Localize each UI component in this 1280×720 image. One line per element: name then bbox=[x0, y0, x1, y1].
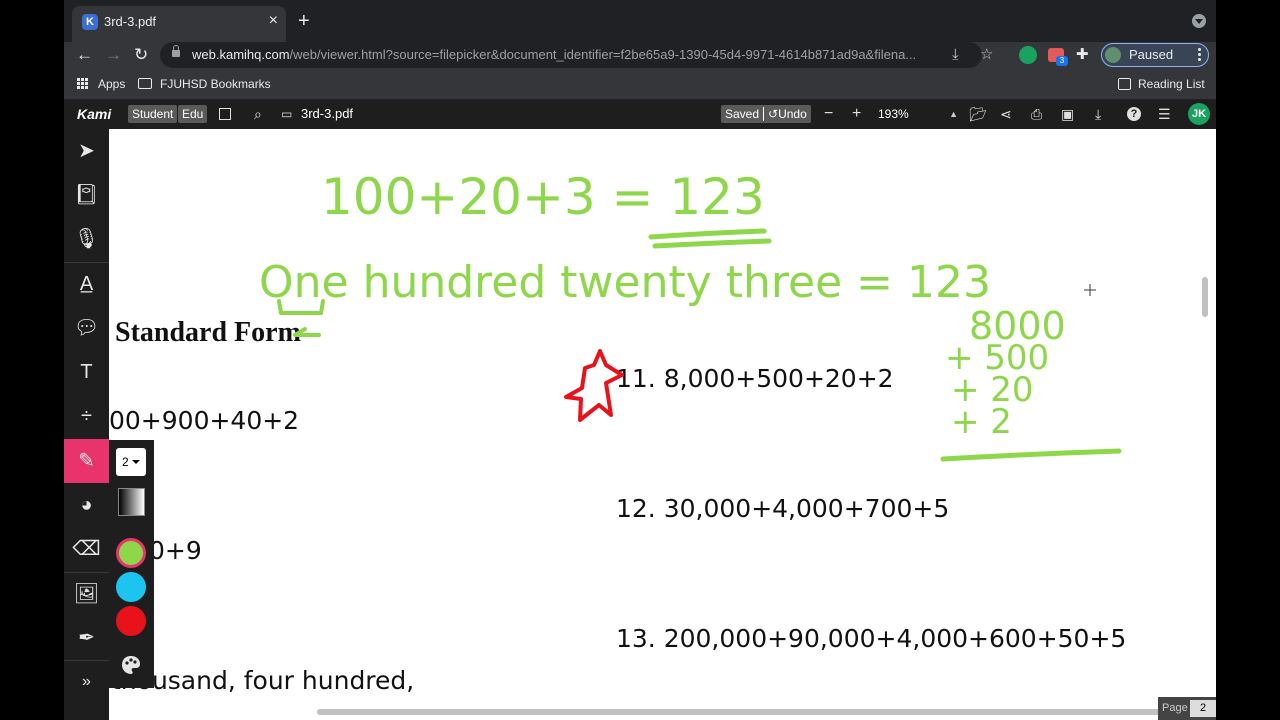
bookmarks-bar: Apps FJUHSD Bookmarks Reading List bbox=[64, 68, 1216, 100]
profile-status: Paused bbox=[1129, 47, 1174, 62]
sum-line bbox=[940, 448, 1122, 462]
menu-icon[interactable]: ☰ bbox=[1158, 105, 1171, 123]
forward-icon[interactable]: → bbox=[105, 42, 122, 68]
drawing-options-panel: 2 bbox=[109, 440, 154, 688]
page-indicator: Page 2 / 4 bbox=[1158, 697, 1216, 720]
zoom-out-icon[interactable]: − bbox=[824, 105, 833, 123]
url-text[interactable]: web.kamihq.com/web/viewer.html?source=fi… bbox=[192, 47, 934, 62]
horizontal-scrollbar[interactable] bbox=[317, 709, 1207, 715]
tab-search-icon[interactable] bbox=[1192, 14, 1206, 28]
tab-close-icon[interactable]: × bbox=[269, 12, 278, 30]
grammarly-extension-icon[interactable] bbox=[1019, 46, 1037, 64]
text-to-speech-icon[interactable]: 🎙︎ bbox=[64, 217, 109, 261]
color-swatch-cyan[interactable] bbox=[116, 572, 146, 602]
address-bar[interactable]: web.kamihq.com/web/viewer.html?source=fi… bbox=[160, 42, 993, 68]
lock-icon bbox=[172, 45, 180, 57]
kami-favicon-icon: K bbox=[82, 14, 98, 30]
print-icon[interactable]: ⎙ bbox=[1031, 105, 1042, 123]
new-tab-icon[interactable]: + bbox=[298, 10, 310, 32]
tab-title: 3rd-3.pdf bbox=[104, 14, 157, 29]
tab-strip: K 3rd-3.pdf × + bbox=[64, 0, 1216, 42]
help-icon[interactable]: ? bbox=[1127, 107, 1141, 121]
zoom-in-icon[interactable]: + bbox=[852, 105, 861, 123]
bookmark-apps[interactable]: Apps bbox=[98, 77, 125, 91]
bookmark-fjuhsd[interactable]: FJUHSD Bookmarks bbox=[160, 77, 271, 91]
zoom-select[interactable]: 193% ▲ bbox=[874, 105, 960, 123]
folder-icon bbox=[138, 78, 152, 89]
pdf-page[interactable]: Standard Form 00+900+40+2 0+9 thousand, … bbox=[109, 129, 1216, 720]
save-status: Saved ↺Undo bbox=[721, 105, 811, 123]
drawing-tool-icon[interactable]: ✎ bbox=[64, 439, 109, 483]
page-number-input[interactable]: 2 bbox=[1190, 700, 1216, 717]
dictionary-book-icon[interactable]: 📔︎ bbox=[64, 173, 109, 217]
zoom-value: 193% bbox=[878, 107, 909, 121]
install-icon[interactable]: ⤓ bbox=[952, 46, 959, 64]
browser-menu-icon[interactable] bbox=[1198, 46, 1202, 64]
student-badge: Student bbox=[128, 105, 178, 123]
chevron-updown-icon: ▲ bbox=[949, 109, 958, 119]
document-filename: 3rd-3.pdf bbox=[301, 106, 354, 121]
shapes-tool-icon[interactable]: ◕ bbox=[64, 483, 109, 527]
extension-badge: 3 bbox=[1056, 56, 1068, 66]
opacity-slider[interactable] bbox=[118, 488, 145, 516]
kami-logo: Kami bbox=[77, 106, 112, 122]
save-icon[interactable]: ▣ bbox=[1061, 105, 1074, 123]
vertical-scrollbar[interactable] bbox=[1202, 277, 1208, 317]
stroke-width-select[interactable]: 2 bbox=[116, 448, 146, 476]
page-label: Page bbox=[1162, 702, 1188, 714]
browser-toolbar: ← → ↻ web.kamihq.com/web/viewer.html?sou… bbox=[64, 42, 1216, 68]
comment-icon[interactable]: 💬︎ bbox=[64, 306, 109, 350]
crosshair-cursor-icon bbox=[1084, 284, 1096, 296]
browser-window: K 3rd-3.pdf × + ← → ↻ web.kamihq.com/web… bbox=[64, 0, 1216, 720]
kami-sidebar: ➤ 📔︎ 🎙︎ A̲ 💬︎ T ÷ ✎ ◕ ⌫ 🖼︎ ✒︎ » bbox=[64, 129, 109, 720]
reload-icon[interactable]: ↻ bbox=[134, 42, 148, 68]
expand-sidebar-icon[interactable]: » bbox=[64, 660, 109, 704]
signature-pen-icon[interactable]: ✒︎ bbox=[64, 616, 109, 660]
underline-2 bbox=[652, 238, 772, 249]
handwriting-line-2: One hundred twenty three = 123 bbox=[259, 257, 991, 308]
markup-highlight-icon[interactable]: A̲ bbox=[64, 262, 109, 306]
arrow-mark bbox=[293, 327, 321, 337]
add-media-icon[interactable]: 🖼︎ bbox=[64, 572, 109, 616]
edu-badge: Edu bbox=[178, 105, 208, 123]
apps-grid-icon bbox=[77, 78, 89, 90]
extensions-puzzle-icon[interactable]: ✚ bbox=[1076, 42, 1089, 68]
back-icon[interactable]: ← bbox=[76, 42, 93, 68]
select-tool-icon[interactable]: ➤ bbox=[64, 129, 109, 173]
file-icon: ▭ bbox=[281, 107, 293, 121]
saved-label: Saved bbox=[725, 107, 760, 121]
browser-tab[interactable]: K 3rd-3.pdf × bbox=[72, 6, 286, 42]
bookmark-star-icon[interactable]: ☆ bbox=[980, 46, 993, 64]
sidebar-toggle-icon[interactable] bbox=[219, 108, 231, 120]
color-palette-icon[interactable] bbox=[120, 654, 142, 676]
avatar bbox=[1105, 47, 1121, 63]
undo-button[interactable]: ↺Undo bbox=[763, 107, 811, 121]
color-swatch-green[interactable] bbox=[116, 538, 146, 568]
kami-toolbar: Kami Student Edu ⌕ ▭ 3rd-3.pdf Saved ↺Und… bbox=[64, 100, 1216, 129]
column-sum-row-4: + 2 bbox=[951, 402, 1012, 442]
handwriting-line-1: 100+20+3 = 123 bbox=[321, 168, 765, 226]
profile-button[interactable]: Paused bbox=[1101, 43, 1209, 67]
user-avatar[interactable]: JK bbox=[1188, 103, 1210, 125]
underline-1 bbox=[648, 228, 767, 240]
reading-list-icon bbox=[1118, 78, 1131, 90]
annotation-layer: 100+20+3 = 123 One hundred twenty three … bbox=[259, 168, 1122, 462]
text-tool-icon[interactable]: T bbox=[64, 350, 109, 394]
red-star-mark bbox=[564, 349, 624, 422]
color-swatch-red[interactable] bbox=[116, 606, 146, 636]
open-folder-icon[interactable]: 📂︎ bbox=[969, 105, 987, 123]
equation-tool-icon[interactable]: ÷ bbox=[64, 394, 109, 438]
eraser-icon[interactable]: ⌫ bbox=[64, 527, 109, 571]
search-icon[interactable]: ⌕ bbox=[254, 105, 262, 123]
reading-list[interactable]: Reading List bbox=[1138, 77, 1205, 91]
download-icon[interactable]: ⤓ bbox=[1095, 105, 1101, 123]
share-icon[interactable]: ⋖ bbox=[1000, 105, 1012, 123]
